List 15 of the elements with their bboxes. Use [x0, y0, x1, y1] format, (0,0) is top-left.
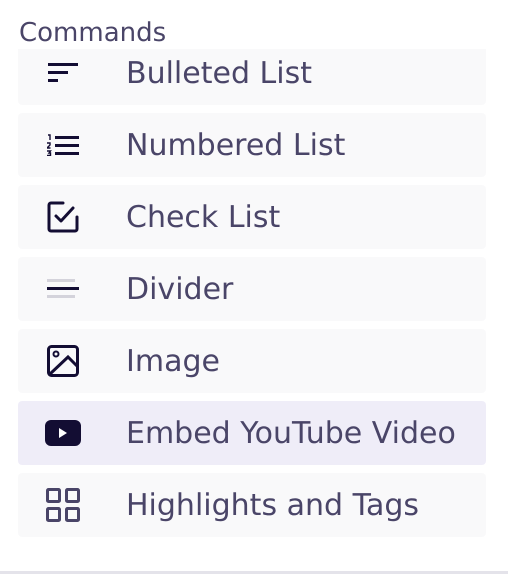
numbered-list-icon: [47, 134, 79, 156]
command-item[interactable]: Bulleted List: [18, 49, 486, 105]
command-item[interactable]: Highlights and Tags: [18, 473, 486, 537]
sort-lines-icon: [48, 63, 78, 83]
checkbox-icon: [47, 201, 79, 233]
image-icon: [47, 345, 79, 377]
command-item[interactable]: Check List: [18, 185, 486, 249]
divider-icon: [47, 278, 79, 300]
grid-icon: [46, 488, 80, 522]
command-item[interactable]: Divider: [18, 257, 486, 321]
command-item[interactable]: Image: [18, 329, 486, 393]
section-heading: Commands: [18, 17, 168, 49]
command-item[interactable]: Numbered List: [18, 113, 486, 177]
command-item[interactable]: Embed YouTube Video: [18, 401, 486, 465]
play-button-icon: [45, 420, 81, 446]
